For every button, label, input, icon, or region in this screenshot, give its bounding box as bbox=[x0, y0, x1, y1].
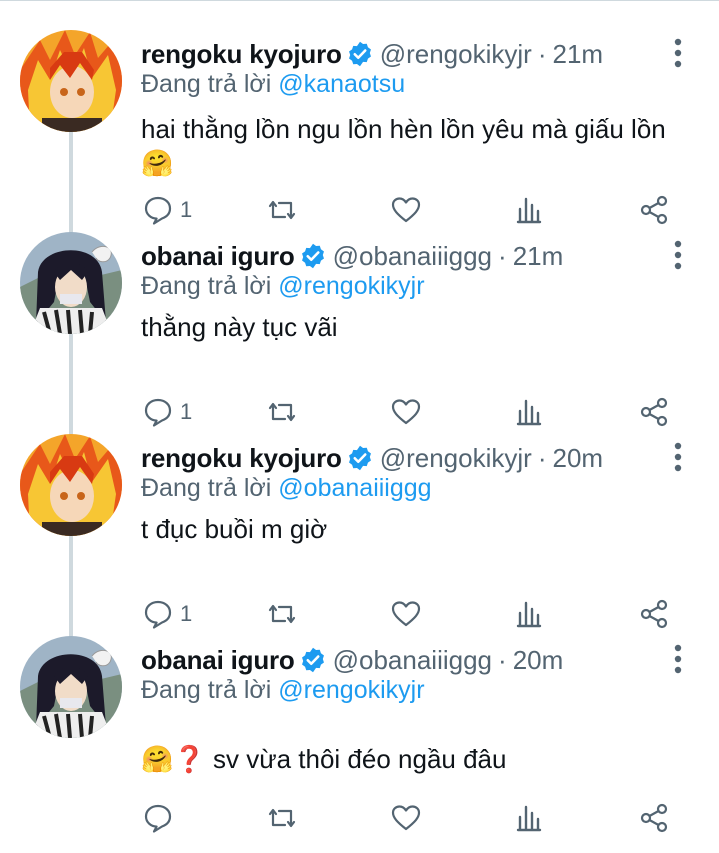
user-handle[interactable]: @rengokikyjr bbox=[380, 443, 532, 474]
timestamp[interactable]: 20m bbox=[552, 443, 603, 474]
share-icon bbox=[640, 803, 668, 833]
mention-link[interactable]: @obanaiiiggg bbox=[278, 474, 431, 502]
retweet-button[interactable] bbox=[266, 800, 298, 836]
separator-dot: · bbox=[498, 240, 507, 271]
replying-to-label: Đang trả lời bbox=[141, 474, 272, 502]
replying-to: Đang trả lời @rengokikyjr bbox=[141, 272, 425, 301]
avatar[interactable] bbox=[20, 30, 122, 132]
avatar[interactable] bbox=[20, 434, 122, 536]
user-handle[interactable]: @obanaiiiggg bbox=[333, 241, 492, 272]
more-options-icon[interactable] bbox=[672, 38, 684, 68]
display-name[interactable]: obanai iguro bbox=[141, 241, 295, 272]
replying-to: Đang trả lời @obanaiiiggg bbox=[141, 474, 432, 503]
replying-to-label: Đang trả lời bbox=[141, 272, 272, 300]
tweet[interactable]: rengoku kyojuro @rengokikyjr · 20m Đang … bbox=[0, 412, 719, 629]
top-divider bbox=[0, 0, 719, 1]
display-name[interactable]: obanai iguro bbox=[141, 645, 295, 676]
mention-link[interactable]: @rengokikyjr bbox=[278, 272, 424, 300]
replying-to: Đang trả lời @rengokikyjr bbox=[141, 676, 425, 705]
mention-link[interactable]: @rengokikyjr bbox=[278, 676, 424, 704]
avatar[interactable] bbox=[20, 232, 122, 334]
timestamp[interactable]: 21m bbox=[513, 241, 564, 272]
more-options-icon[interactable] bbox=[672, 240, 684, 270]
avatar[interactable] bbox=[20, 636, 122, 738]
display-name[interactable]: rengoku kyojuro bbox=[141, 39, 342, 70]
tweet-text: 🤗❓ sv vừa thôi đéo ngầu đâu bbox=[141, 744, 507, 774]
separator-dot: · bbox=[498, 644, 507, 675]
display-name[interactable]: rengoku kyojuro bbox=[141, 443, 342, 474]
action-bar bbox=[142, 800, 682, 836]
analytics-button[interactable] bbox=[514, 800, 546, 836]
user-handle[interactable]: @obanaiiiggg bbox=[333, 645, 492, 676]
tweet[interactable]: obanai iguro @obanaiiiggg · 20m Đang trả… bbox=[0, 614, 719, 833]
more-options-icon[interactable] bbox=[672, 442, 684, 472]
tweet-text: t đục buồi m giờ bbox=[141, 514, 328, 544]
tweet-text: hai thằng lồn ngu lồn hèn lồn yêu mà giấ… bbox=[141, 114, 666, 178]
tweet-text: thằng này tục vãi bbox=[141, 312, 338, 342]
like-button[interactable] bbox=[390, 800, 422, 836]
flame-hair-avatar-icon bbox=[20, 30, 122, 132]
share-button[interactable] bbox=[638, 800, 670, 836]
flame-hair-avatar-icon bbox=[20, 434, 122, 536]
timestamp[interactable]: 21m bbox=[552, 39, 603, 70]
user-handle[interactable]: @rengokikyjr bbox=[380, 39, 532, 70]
replying-to: Đang trả lời @kanaotsu bbox=[141, 70, 405, 99]
separator-dot: · bbox=[537, 38, 547, 69]
mention-link[interactable]: @kanaotsu bbox=[278, 70, 405, 98]
reply-button[interactable] bbox=[142, 800, 180, 836]
tweet[interactable]: rengoku kyojuro @rengokikyjr · 21m Đang … bbox=[0, 8, 719, 225]
verified-badge-icon bbox=[301, 647, 324, 673]
heart-icon bbox=[391, 805, 421, 831]
verified-badge-icon bbox=[348, 445, 371, 471]
separator-dot: · bbox=[537, 442, 547, 473]
verified-badge-icon bbox=[348, 41, 371, 67]
verified-badge-icon bbox=[301, 243, 324, 269]
dark-hair-avatar-icon bbox=[20, 636, 122, 738]
retweet-icon bbox=[268, 808, 296, 828]
tweet[interactable]: obanai iguro @obanaiiiggg · 21m Đang trả… bbox=[0, 210, 719, 427]
analytics-icon bbox=[516, 805, 542, 832]
replying-to-label: Đang trả lời bbox=[141, 70, 272, 98]
reply-icon bbox=[144, 804, 172, 833]
timestamp[interactable]: 20m bbox=[513, 645, 564, 676]
more-options-icon[interactable] bbox=[672, 644, 684, 674]
replying-to-label: Đang trả lời bbox=[141, 676, 272, 704]
dark-hair-avatar-icon bbox=[20, 232, 122, 334]
